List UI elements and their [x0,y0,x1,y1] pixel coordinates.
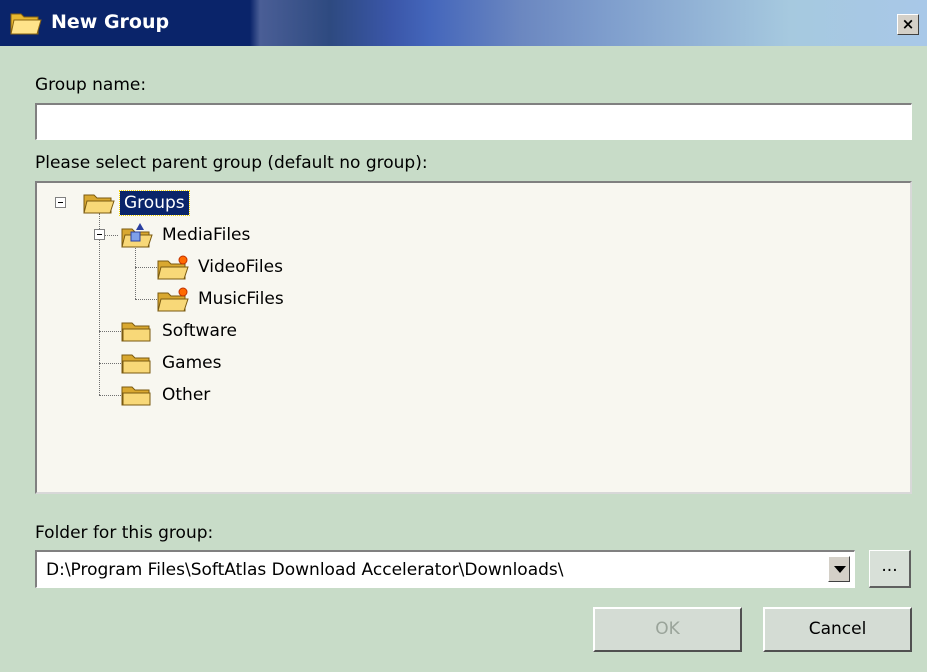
collapse-icon[interactable] [94,229,105,240]
title-bar[interactable]: New Group × [0,0,927,46]
group-name-input[interactable] [35,103,912,140]
tree-node-label: Other [162,385,211,405]
folder-icon [121,352,153,374]
tree-connector [135,299,157,300]
tree-connector [135,267,157,268]
tree-node-games[interactable]: Games [121,349,225,377]
tree-node-label: Games [162,353,222,373]
cancel-button[interactable]: Cancel [763,607,912,652]
folder-label: Folder for this group: [35,523,214,543]
dropdown-arrow-icon[interactable] [828,556,850,582]
window-title: New Group [51,11,170,33]
ok-button[interactable]: OK [593,607,742,652]
tree-connector [99,395,121,396]
tree-node-label: MediaFiles [162,225,251,245]
tree-node-mediafiles[interactable]: MediaFiles [121,221,254,249]
media-folder-icon [121,222,153,248]
new-folder-icon [157,254,189,280]
tree-node-label: MusicFiles [198,289,284,309]
tree-node-label: Software [162,321,237,341]
folder-icon [121,384,153,406]
tree-node-videofiles[interactable]: VideoFiles [157,253,287,281]
parent-group-label: Please select parent group (default no g… [35,153,428,173]
parent-group-tree[interactable]: Groups MediaFiles VideoFiles MusicFiles … [35,181,912,494]
tree-node-label: Groups [119,190,190,216]
folder-open-icon [83,192,115,214]
folder-combobox[interactable]: D:\Program Files\SoftAtlas Download Acce… [35,550,855,588]
tree-connector [99,213,100,395]
tree-node-label: VideoFiles [198,257,283,277]
tree-connector [135,243,136,299]
tree-connector [104,235,118,236]
browse-button[interactable]: ... [869,550,911,588]
folder-path-value: D:\Program Files\SoftAtlas Download Acce… [46,560,564,580]
tree-connector [99,331,121,332]
tree-node-software[interactable]: Software [121,317,241,345]
group-name-label: Group name: [35,75,147,95]
close-button[interactable]: × [897,14,919,35]
collapse-icon[interactable] [55,197,66,208]
tree-node-other[interactable]: Other [121,381,214,409]
folder-icon [121,320,153,342]
tree-node-groups[interactable]: Groups [83,189,190,217]
tree-node-musicfiles[interactable]: MusicFiles [157,285,288,313]
tree-connector [99,363,121,364]
new-folder-icon [157,286,189,312]
folder-icon [10,10,42,41]
